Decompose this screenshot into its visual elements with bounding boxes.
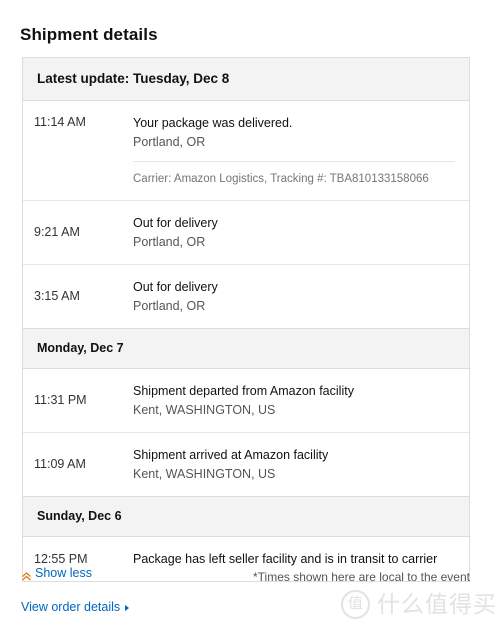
event-body: Out for delivery Portland, OR [133,214,455,251]
event-body: Shipment departed from Amazon facility K… [133,382,455,419]
show-less-label: Show less [35,566,92,580]
times-local-note: *Times shown here are local to the event [252,569,470,584]
event-title: Out for delivery [133,280,218,294]
event-title: Shipment arrived at Amazon facility [133,448,329,462]
table-row: 11:31 PM Shipment departed from Amazon f… [23,369,469,433]
watermark-logo-icon: 值 [341,590,370,619]
page-title: Shipment details [20,25,158,44]
shipment-details-page: Shipment details Latest update: Tuesday,… [0,0,503,625]
event-time: 11:31 PM [34,393,87,407]
event-title: Shipment departed from Amazon facility [133,384,354,398]
caret-right-icon [125,604,130,611]
watermark-text: 什么值得买 [377,591,497,618]
table-row: 9:21 AM Out for delivery Portland, OR [23,201,469,265]
event-time: 11:14 AM [34,115,86,129]
double-caret-up-icon [22,569,31,581]
event-location: Portland, OR [133,135,206,149]
watermark: 值 什么值得买 [341,590,497,619]
event-title: Your package was delivered. [133,116,293,130]
card-footer: Show less *Times shown here are local to… [22,565,470,585]
event-time: 11:09 AM [34,457,86,471]
event-time: 9:21 AM [34,225,80,239]
event-location: Kent, WASHINGTON, US [133,403,276,417]
table-row: 11:14 AM Your package was delivered. Por… [23,101,469,201]
event-body: Out for delivery Portland, OR [133,278,455,315]
event-carrier-tracking: Carrier: Amazon Logistics, Tracking #: T… [133,161,455,187]
event-title: Out for delivery [133,216,218,230]
date-header-sunday-dec-6: Sunday, Dec 6 [23,496,469,537]
shipment-tracking-card: Latest update: Tuesday, Dec 8 11:14 AM Y… [22,57,470,582]
event-body: Shipment arrived at Amazon facility Kent… [133,446,455,483]
event-location: Portland, OR [133,299,206,313]
view-order-details-label: View order details [21,600,121,614]
event-time: 3:15 AM [34,289,80,303]
table-row: 3:15 AM Out for delivery Portland, OR [23,265,469,328]
table-row: 11:09 AM Shipment arrived at Amazon faci… [23,433,469,496]
latest-update-header: Latest update: Tuesday, Dec 8 [23,58,469,101]
event-body: Your package was delivered. Portland, OR… [133,114,455,187]
date-header-monday-dec-7: Monday, Dec 7 [23,328,469,369]
show-less-button[interactable]: Show less [22,565,92,581]
event-location: Portland, OR [133,235,206,249]
view-order-details-link[interactable]: View order details [21,599,130,616]
event-location: Kent, WASHINGTON, US [133,467,276,481]
